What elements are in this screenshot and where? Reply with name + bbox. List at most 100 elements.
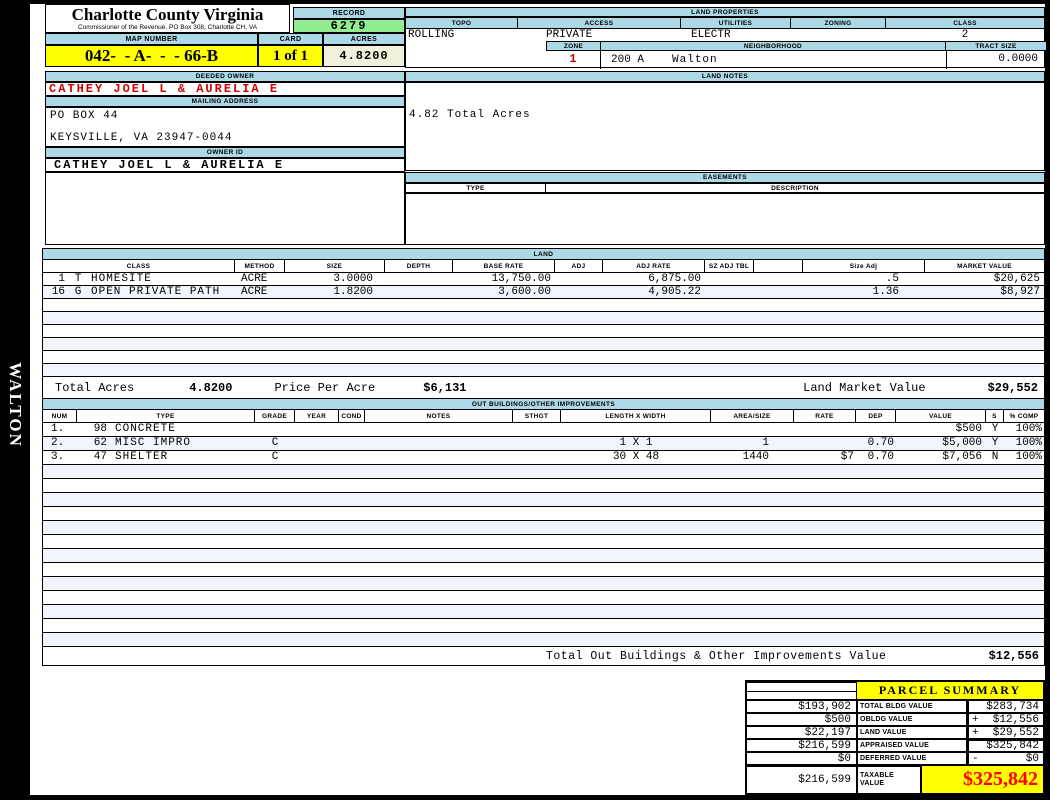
mailing-address-label: MAILING ADDRESS xyxy=(45,96,405,107)
ps-sign: + xyxy=(972,713,979,726)
out-buildings-title: OUT BUILDINGS/OTHER IMPROVEMENTS xyxy=(43,399,1044,410)
land-notes-box: 4.82 Total Acres xyxy=(405,82,1045,171)
ob-pct-comp: 100% xyxy=(1015,423,1042,435)
property-record-card-page: WALTON Charlotte County Virginia Commiss… xyxy=(0,0,1050,800)
land-depth xyxy=(385,286,453,298)
parcel-summary-title: PARCEL SUMMARY xyxy=(857,682,1043,700)
ob-rate xyxy=(794,423,856,436)
ob-s: Y xyxy=(991,423,999,435)
price-per-acre-value: $6,131 xyxy=(423,381,467,395)
ob-area-size: 1 xyxy=(762,437,769,449)
parcel-summary-taxable-row: $216,599 TAXABLE VALUE $325,842 xyxy=(747,765,1043,793)
owner-id-label: OWNER ID xyxy=(45,147,405,158)
ob-length-width xyxy=(561,423,711,436)
land-totals-row: Total Acres 4.8200 Price Per Acre $6,131… xyxy=(43,377,1044,399)
address-line2: KEYSVILLE, VA 23947-0044 xyxy=(50,132,233,144)
utilities-label: UTILITIES xyxy=(681,18,791,28)
land-header-adj-rate: ADJ RATE xyxy=(603,260,705,272)
ps-label: TOTAL BLDG VALUE xyxy=(857,700,967,713)
neighborhood-label: NEIGHBORHOOD xyxy=(601,41,946,51)
land-table-title: LAND xyxy=(43,249,1044,260)
parcel-summary: PARCEL SUMMARY $193,902 TOTAL BLDG VALUE… xyxy=(745,680,1045,795)
land-row: 16 G OPEN PRIVATE PATH ACRE 1.8200 3,600.0… xyxy=(43,286,1044,299)
ob-type-code: 62 xyxy=(93,437,107,449)
ob-num: 2. xyxy=(51,437,65,449)
ob-type-code: 98 xyxy=(93,423,107,435)
easements-title: EASEMENTS xyxy=(405,172,1045,183)
ps-left-value: $500 xyxy=(747,713,857,726)
ob-num: 3. xyxy=(51,451,65,463)
taxable-left-value: $216,599 xyxy=(747,766,857,793)
land-market-value-total: $29,552 xyxy=(987,381,1038,395)
tract-size-value: 0.0000 xyxy=(946,51,1046,69)
ob-empty-row xyxy=(43,535,1044,549)
deeded-owner-name: CATHEY JOEL L & AURELIA E xyxy=(45,82,405,96)
land-size: 3.0000 xyxy=(333,273,373,285)
ob-pct-comp: 100% xyxy=(1015,437,1042,449)
land-class-num: 1 xyxy=(58,273,65,285)
ob-cond xyxy=(339,451,365,464)
land-empty-row xyxy=(43,351,1044,364)
land-empty-row xyxy=(43,338,1044,351)
land-sz-adj-tbl xyxy=(705,273,754,285)
ps-left-value: $193,902 xyxy=(747,700,857,713)
parcel-summary-title-row: PARCEL SUMMARY xyxy=(747,682,1043,700)
owner-id-value: CATHEY JOEL L & AURELIA E xyxy=(45,158,405,172)
land-header-depth: DEPTH xyxy=(385,260,453,272)
ob-rate: $7 xyxy=(840,451,854,463)
easement-type-label: TYPE xyxy=(406,184,546,192)
ob-empty-row xyxy=(43,521,1044,535)
land-header-size: SIZE xyxy=(285,260,385,272)
ps-right-value: $0 xyxy=(1025,752,1039,765)
out-buildings-header-row: NUM TYPE GRADE YEAR COND NOTES STHGT LEN… xyxy=(43,410,1044,423)
ob-pct-comp: 100% xyxy=(1015,451,1042,463)
deeded-owner-label: DEEDED OWNER xyxy=(45,71,405,82)
land-header-blank xyxy=(754,260,803,272)
ob-value: $7,056 xyxy=(942,451,982,463)
out-buildings-rows: 1. 98 CONCRETE $500 Y 100% 2. 62 MISC IMPR… xyxy=(43,423,1044,647)
zone-label: ZONE xyxy=(546,41,601,51)
land-empty-row xyxy=(43,364,1044,377)
ps-left-value: $216,599 xyxy=(747,739,857,752)
neighborhood-value: 200 A Walton xyxy=(601,51,946,69)
ps-label: DEFERRED VALUE xyxy=(857,752,967,765)
card-value: 1 of 1 xyxy=(258,45,323,67)
county-title: Charlotte County Virginia xyxy=(71,5,264,24)
out-building-row: 3. 47 SHELTER C 30 X 48 1440 $7 0.70 $7,0… xyxy=(43,451,1044,465)
land-empty-row xyxy=(43,312,1044,325)
land-adj xyxy=(555,273,603,285)
parcel-summary-row: $22,197 LAND VALUE + $29,552 xyxy=(747,726,1043,739)
ob-header-grade: GRADE xyxy=(255,410,295,422)
easement-description-label: DESCRIPTION xyxy=(771,184,819,192)
ob-dep: 0.70 xyxy=(867,437,894,449)
ob-notes xyxy=(365,451,513,464)
ob-header-cond: COND xyxy=(339,410,365,422)
ob-empty-row xyxy=(43,465,1044,479)
land-header-market-value: MARKET VALUE xyxy=(957,262,1012,270)
out-buildings-table: OUT BUILDINGS/OTHER IMPROVEMENTS NUM TYP… xyxy=(42,398,1045,666)
ps-label: APPRAISED VALUE xyxy=(857,739,967,752)
ob-empty-row xyxy=(43,577,1044,591)
land-note-text: 4.82 Total Acres xyxy=(409,109,531,121)
total-acres-value: 4.8200 xyxy=(189,381,233,395)
ob-notes xyxy=(365,437,513,450)
land-depth xyxy=(385,273,453,285)
taxable-label: TAXABLE VALUE xyxy=(857,766,921,793)
parcel-summary-row: $193,902 TOTAL BLDG VALUE $283,734 xyxy=(747,700,1043,713)
land-header-size-adj: Size Adj xyxy=(803,260,925,272)
ob-header-num: NUM xyxy=(43,410,77,422)
ps-left-value: $22,197 xyxy=(747,726,857,739)
card-label: CARD xyxy=(258,33,323,45)
ob-cond xyxy=(339,423,365,436)
neighborhood-name: Walton xyxy=(672,54,718,66)
parcel-summary-row: $0 DEFERRED VALUE - $0 xyxy=(747,752,1043,765)
ps-right-value: $29,552 xyxy=(992,726,1039,739)
ob-type-name: CONCRETE xyxy=(115,423,176,435)
land-table: LAND CLASS METHOD SIZE DEPTH BASE RATE A… xyxy=(42,248,1045,400)
land-adj-rate: 6,875.00 xyxy=(648,273,701,285)
land-sz-adj-tbl xyxy=(705,286,754,298)
land-adj xyxy=(555,286,603,298)
total-acres-label: Total Acres xyxy=(55,381,135,395)
ob-header-sthgt: STHGT xyxy=(513,410,561,422)
neighborhood-code: 200 A xyxy=(611,54,645,66)
